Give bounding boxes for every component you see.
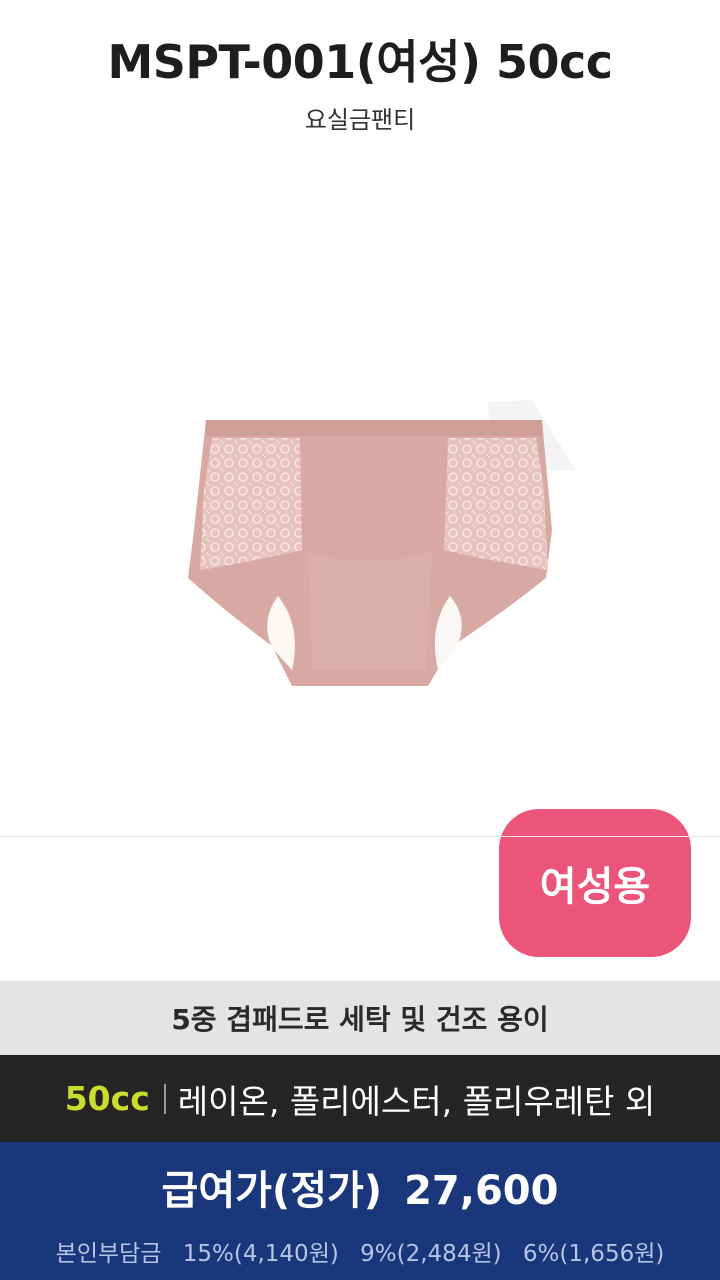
copay-option: 6%(1,656원) [522,1241,665,1267]
vertical-divider [163,1083,166,1114]
womens-badge: 여성용 [499,809,691,957]
price-label: 급여가(정가) [161,1168,383,1214]
capacity-label: 50cc [64,1079,150,1118]
copay-option: 15%(4,140원) [182,1241,339,1267]
section-divider [0,836,720,837]
copay-option: 9%(2,484원) [360,1241,502,1267]
copay-line: 본인부담금 15%(4,140원) 9%(2,484원) 6%(1,656원) [0,1234,720,1268]
feature-banner: 5중 겹패드로 세탁 및 건조 용이 [0,981,720,1055]
product-title: MSPT-001(여성) 50cc [107,35,613,89]
material-banner: 50cc 레이온, 폴리에스터, 폴리우레탄 외 [0,1055,720,1142]
product-image-area: 여성용 [0,150,720,957]
price-banner: 급여가(정가) 27,600 본인부담금 15%(4,140원) 9%(2,484… [0,1142,720,1280]
brief-underwear-icon [188,400,576,686]
fabric-composition: 레이온, 폴리에스터, 폴리우레탄 외 [177,1081,656,1121]
price-amount: 27,600 [404,1168,559,1214]
feature-text: 5중 겹패드로 세탁 및 건조 용이 [171,1003,549,1036]
price-main-line: 급여가(정가) 27,600 [0,1158,720,1216]
product-category: 요실금팬티 [304,106,416,134]
copay-label: 본인부담금 [55,1241,162,1267]
